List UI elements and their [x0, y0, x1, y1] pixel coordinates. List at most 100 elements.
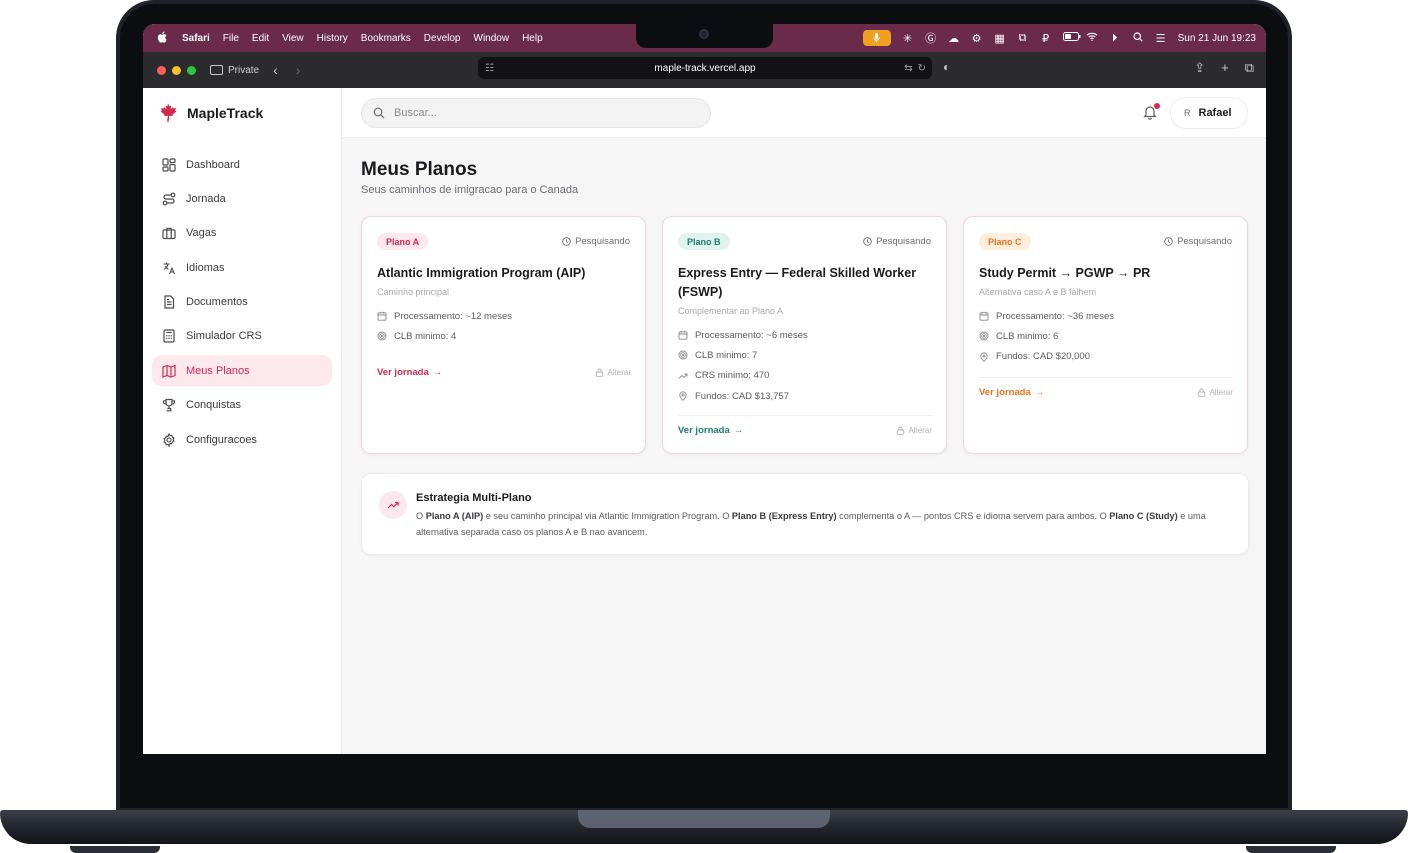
page-title: Meus Planos	[361, 159, 478, 180]
text-icon[interactable]: ₽	[1040, 32, 1052, 45]
fact-processing: Processamento: ~6 meses	[678, 325, 808, 345]
browser-nav: ‹ ›	[273, 62, 300, 78]
settings-cog-icon[interactable]: ⚙	[971, 32, 983, 45]
minimize-window-button[interactable]	[172, 65, 181, 75]
window-controls	[157, 65, 196, 75]
sidebar-item-conquistas[interactable]: Conquistas	[152, 390, 332, 421]
pin-icon	[679, 391, 687, 401]
privacy-shield-icon[interactable]: ◐	[943, 60, 950, 74]
calendar-icon	[678, 330, 688, 340]
layout-icon[interactable]: ▦	[994, 32, 1006, 45]
back-icon[interactable]: ‹	[273, 62, 278, 78]
status-badge: Pesquisando	[1164, 236, 1232, 247]
menu-view[interactable]: View	[282, 33, 304, 44]
alterar-button[interactable]: Alterar	[896, 426, 932, 435]
wifi-icon[interactable]	[1086, 32, 1098, 44]
menu-file[interactable]: File	[223, 33, 239, 44]
browser-toolbar: Private ‹ › ☷ maple-track.vercel.app ⇆ ↻…	[143, 52, 1266, 88]
translate-icon	[163, 262, 176, 274]
sidebar-item-meus-planos[interactable]: Meus Planos	[152, 355, 332, 387]
menu-edit[interactable]: Edit	[252, 33, 269, 44]
brand-logo[interactable]: MapleTrack	[157, 102, 263, 124]
lock-icon	[596, 368, 604, 377]
strategy-text: O Plano A (AIP) e seu caminho principal …	[416, 508, 1236, 540]
laptop-foot-left	[70, 846, 160, 853]
zoom-window-button[interactable]	[187, 65, 196, 75]
arrow-right-icon: →	[1034, 387, 1045, 398]
plan-footer: Ver jornada → Alterar	[678, 415, 932, 445]
sidebar-item-dashboard[interactable]: Dashboard	[152, 149, 332, 180]
alterar-label: Alterar	[1209, 388, 1233, 397]
strategy-icon-wrap	[379, 491, 407, 519]
strategy-plan-b: Plano B (Express Entry)	[731, 511, 837, 521]
sidebar-item-vagas[interactable]: Vagas	[152, 218, 332, 249]
status-text: Pesquisando	[876, 236, 931, 247]
private-label: Private	[228, 64, 260, 76]
menu-app-name[interactable]: Safari	[182, 33, 210, 44]
fact-funds: Fundos: CAD $20,000	[979, 347, 1114, 367]
menu-history[interactable]: History	[317, 33, 348, 44]
close-window-button[interactable]	[157, 65, 166, 75]
sidebar-icon	[210, 65, 223, 75]
apple-icon[interactable]	[157, 31, 169, 46]
menu-develop[interactable]: Develop	[424, 33, 461, 44]
alterar-label: Alterar	[607, 367, 631, 377]
ver-jornada-link[interactable]: Ver jornada →	[377, 367, 442, 378]
search-input[interactable]: Buscar...	[361, 98, 711, 128]
plan-subtitle: Complementar ao Plano A	[678, 306, 784, 316]
sparkle-icon[interactable]: ✳	[902, 32, 914, 45]
tab-overview-icon[interactable]: ⧉	[1245, 60, 1254, 76]
microphone-icon[interactable]	[862, 30, 891, 46]
fact-clb: CLB minimo: 4	[377, 326, 512, 346]
plan-footer: Ver jornada → Alterar	[979, 377, 1233, 407]
menubar-clock[interactable]: Sun 21 Jun 19:23	[1178, 33, 1256, 44]
new-tab-icon[interactable]: +	[1221, 60, 1229, 76]
ver-jornada-link[interactable]: Ver jornada →	[979, 387, 1044, 398]
maple-leaf-icon	[160, 103, 177, 123]
sidebar-item-idiomas[interactable]: Idiomas	[152, 252, 332, 283]
menu-window[interactable]: Window	[474, 33, 510, 44]
fact-crs: CRS minimo: 470	[678, 366, 808, 386]
play-circle-icon[interactable]: ⏵	[1109, 32, 1121, 45]
fact-clb: CLB minimo: 7	[678, 345, 808, 365]
address-bar[interactable]: ☷ maple-track.vercel.app ⇆ ↻	[478, 57, 932, 79]
arrow-right-icon: →	[733, 425, 744, 436]
sidebar-item-configuracoes[interactable]: Configuracoes	[152, 424, 332, 455]
map-icon	[162, 364, 176, 378]
fact-text: CLB minimo: 6	[996, 330, 1059, 342]
alterar-button[interactable]: Alterar	[1197, 388, 1233, 397]
ver-jornada-link[interactable]: Ver jornada →	[678, 425, 743, 436]
sidebar-toggle-button[interactable]: Private	[210, 65, 259, 76]
control-center-icon[interactable]: ☰	[1155, 32, 1167, 45]
screen-record-icon[interactable]: ⧉	[1017, 32, 1029, 45]
trending-up-icon	[387, 501, 399, 509]
plan-title: Express Entry — Federal Skilled Worker (…	[678, 266, 917, 299]
sidebar-item-jornada[interactable]: Jornada	[152, 183, 332, 214]
sidebar-item-simulador-crs[interactable]: Simulador CRS	[152, 321, 332, 352]
address-bar-actions: ⇆ ↻	[904, 63, 926, 74]
cloud-icon[interactable]: ☁	[948, 32, 960, 45]
battery-icon[interactable]	[1062, 32, 1081, 44]
translate-page-icon[interactable]: ⇆	[904, 63, 912, 74]
alterar-button[interactable]: Alterar	[595, 368, 631, 377]
sidebar: MapleTrack Dashboard Jornada Vagas Idiom…	[143, 88, 342, 754]
gear-icon	[163, 432, 175, 447]
url-text: maple-track.vercel.app	[654, 62, 756, 74]
plan-card-c[interactable]: Plano C Pesquisando Study Permit → PGWP …	[963, 216, 1248, 454]
calendar-icon	[979, 311, 989, 321]
user-menu-button[interactable]: R Rafael	[1170, 97, 1248, 129]
grammarly-icon[interactable]: Ⓖ	[925, 30, 937, 46]
plan-card-b[interactable]: Plano B Pesquisando Express Entry — Fede…	[662, 216, 947, 454]
menu-help[interactable]: Help	[522, 33, 543, 44]
forward-icon[interactable]: ›	[296, 62, 301, 78]
strategy-text-part: O	[416, 511, 426, 521]
user-name: Rafael	[1198, 107, 1232, 119]
spotlight-search-icon[interactable]	[1132, 31, 1144, 45]
share-icon[interactable]: ⇪	[1194, 60, 1205, 76]
plan-card-a[interactable]: Plano A Pesquisando Atlantic Immigration…	[361, 216, 646, 454]
reload-icon[interactable]: ↻	[918, 63, 926, 74]
sidebar-item-documentos[interactable]: Documentos	[152, 287, 332, 318]
menu-bookmarks[interactable]: Bookmarks	[361, 33, 411, 44]
fact-clb: CLB minimo: 6	[979, 326, 1114, 346]
page-menu-icon[interactable]: ☷	[485, 63, 494, 74]
